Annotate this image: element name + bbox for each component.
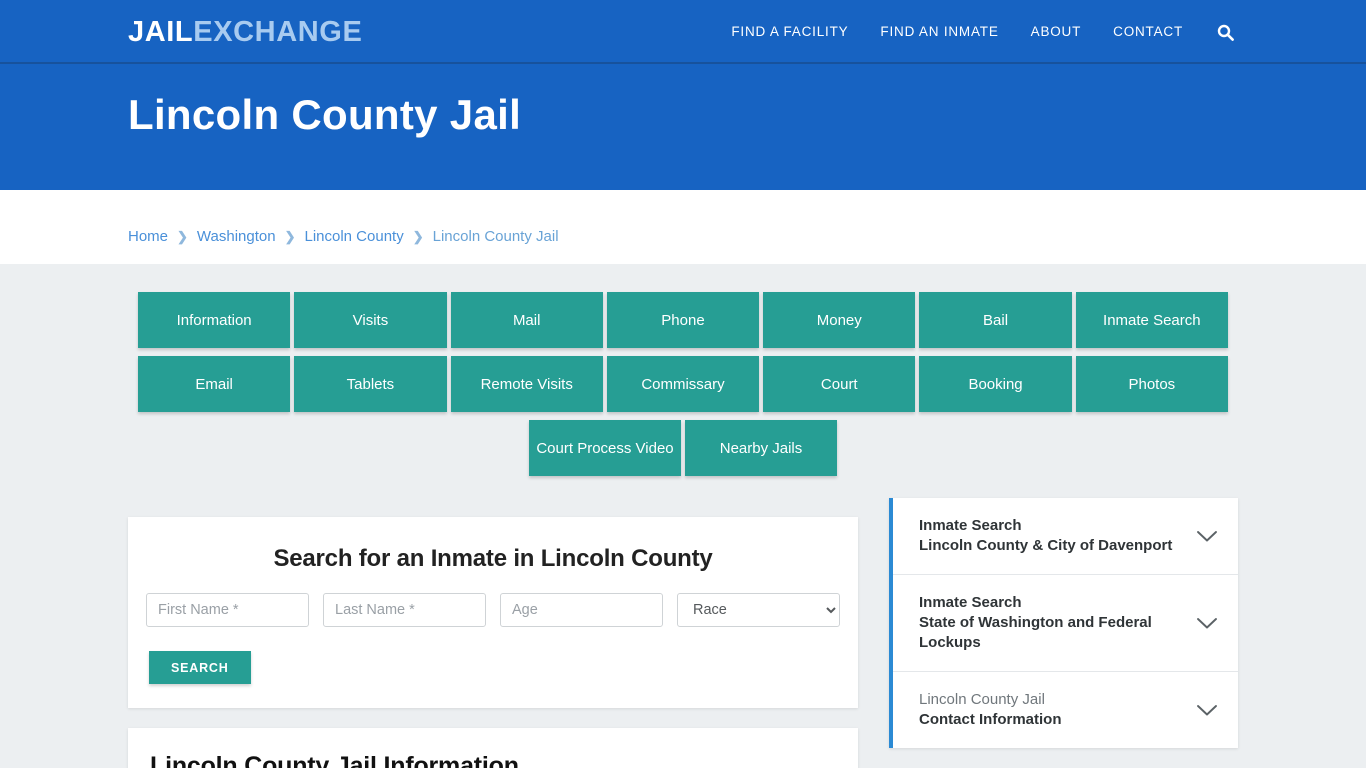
logo-text-primary: JAIL (128, 16, 194, 48)
button-grid-row-1: Information Visits Mail Phone Money Bail… (138, 292, 1228, 348)
accordion-item-line2: Lincoln County & City of Davenport (919, 537, 1173, 554)
accordion-item-line1: Lincoln County Jail (919, 691, 1045, 708)
accordion-item-label: Inmate Search Lincoln County & City of D… (919, 516, 1172, 556)
inmate-search-card: Search for an Inmate in Lincoln County R… (128, 517, 858, 708)
grid-button-money[interactable]: Money (763, 292, 916, 348)
grid-button-court[interactable]: Court (763, 356, 916, 412)
nav-item-about[interactable]: ABOUT (1015, 0, 1098, 64)
sidebar-accordion: Inmate Search Lincoln County & City of D… (889, 498, 1238, 748)
accordion-item-contact-information[interactable]: Lincoln County Jail Contact Information (893, 672, 1238, 748)
accordion-item-line1: Inmate Search (919, 517, 1022, 534)
grid-button-remote-visits[interactable]: Remote Visits (450, 356, 603, 412)
last-name-input[interactable] (323, 593, 486, 627)
grid-button-email[interactable]: Email (138, 356, 291, 412)
accordion-item-line2: Contact Information (919, 711, 1062, 728)
accordion-item-inmate-search-state[interactable]: Inmate Search State of Washington and Fe… (893, 575, 1238, 672)
breadcrumb-item-washington[interactable]: Washington (197, 228, 276, 245)
accordion-item-label: Lincoln County Jail Contact Information (919, 690, 1062, 730)
grid-button-visits[interactable]: Visits (294, 292, 447, 348)
race-select[interactable]: Race (677, 593, 840, 627)
breadcrumb-separator-icon: ❯ (412, 228, 424, 244)
search-submit-button[interactable]: SEARCH (149, 651, 251, 684)
jail-information-heading: Lincoln County Jail Information (150, 752, 519, 768)
breadcrumb-separator-icon: ❯ (284, 228, 296, 244)
inmate-search-heading: Search for an Inmate in Lincoln County (273, 545, 713, 572)
grid-button-information[interactable]: Information (138, 292, 291, 348)
jail-information-card: Lincoln County Jail Information (128, 728, 858, 768)
grid-button-booking[interactable]: Booking (919, 356, 1072, 412)
nav-item-find-an-inmate[interactable]: FIND AN INMATE (864, 0, 1014, 64)
search-icon[interactable] (1199, 24, 1238, 41)
grid-button-mail[interactable]: Mail (450, 292, 603, 348)
breadcrumb-item-lincoln-county[interactable]: Lincoln County (304, 228, 403, 245)
page-body: Information Visits Mail Phone Money Bail… (0, 264, 1366, 768)
grid-button-bail[interactable]: Bail (919, 292, 1072, 348)
hero-band: Lincoln County Jail (0, 64, 1366, 190)
accordion-item-line2: State of Washington and Federal Lockups (919, 614, 1152, 651)
nav-item-find-a-facility[interactable]: FIND A FACILITY (715, 0, 864, 64)
button-grid-row-3: Court Process Video Nearby Jails (138, 420, 1228, 476)
accordion-item-label: Inmate Search State of Washington and Fe… (919, 593, 1182, 653)
page-title: Lincoln County Jail (128, 91, 522, 138)
grid-button-commissary[interactable]: Commissary (606, 356, 760, 412)
grid-button-photos[interactable]: Photos (1075, 356, 1228, 412)
accordion-item-line1: Inmate Search (919, 594, 1022, 611)
grid-button-phone[interactable]: Phone (606, 292, 760, 348)
breadcrumb-band: Home ❯ Washington ❯ Lincoln County ❯ Lin… (0, 190, 1366, 264)
chevron-down-icon[interactable] (1196, 704, 1218, 717)
inmate-search-form: Race (146, 593, 840, 627)
section-nav-button-grid: Information Visits Mail Phone Money Bail… (138, 292, 1228, 484)
top-navigation-bar: JAILEXCHANGE FIND A FACILITY FIND AN INM… (0, 0, 1366, 64)
accordion-item-inmate-search-county[interactable]: Inmate Search Lincoln County & City of D… (893, 498, 1238, 575)
main-nav: FIND A FACILITY FIND AN INMATE ABOUT CON… (715, 0, 1238, 64)
chevron-down-icon[interactable] (1196, 617, 1218, 630)
grid-button-nearby-jails[interactable]: Nearby Jails (685, 420, 837, 476)
chevron-down-icon[interactable] (1196, 530, 1218, 543)
logo-text-secondary: EXCHANGE (193, 16, 363, 48)
grid-button-court-process-video[interactable]: Court Process Video (529, 420, 681, 476)
breadcrumb: Home ❯ Washington ❯ Lincoln County ❯ Lin… (128, 228, 559, 245)
button-grid-row-2: Email Tablets Remote Visits Commissary C… (138, 356, 1228, 412)
breadcrumb-item-current: Lincoln County Jail (432, 228, 559, 245)
grid-button-inmate-search[interactable]: Inmate Search (1075, 292, 1228, 348)
age-input[interactable] (500, 593, 663, 627)
breadcrumb-separator-icon: ❯ (177, 228, 188, 244)
breadcrumb-item-home[interactable]: Home (128, 228, 168, 245)
site-logo[interactable]: JAILEXCHANGE (128, 16, 362, 48)
grid-button-tablets[interactable]: Tablets (294, 356, 447, 412)
first-name-input[interactable] (146, 593, 309, 627)
nav-item-contact[interactable]: CONTACT (1097, 0, 1199, 64)
